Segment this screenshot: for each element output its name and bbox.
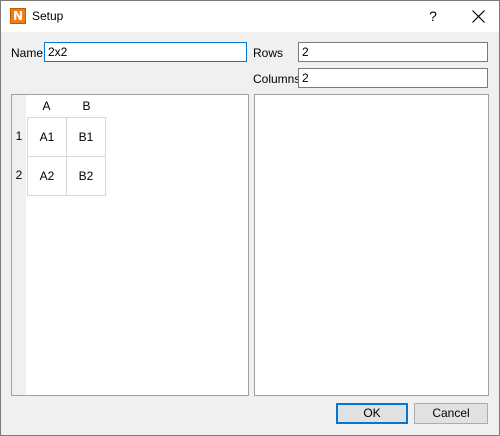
- grid-preview[interactable]: A B 1 2 A1 B1 A2 B2: [11, 94, 249, 396]
- help-button[interactable]: ?: [415, 1, 451, 32]
- window-title: Setup: [32, 9, 64, 23]
- detail-panel: [254, 94, 489, 396]
- app-icon: N: [10, 8, 26, 24]
- columns-input[interactable]: [298, 68, 488, 88]
- columns-label: Columns: [253, 72, 301, 86]
- row-header-1[interactable]: 1: [12, 117, 26, 156]
- setup-dialog: N Setup ? Name Rows Columns A B 1 2 A1 B…: [0, 0, 500, 436]
- name-input[interactable]: [44, 42, 247, 62]
- cell-a1[interactable]: A1: [27, 117, 67, 157]
- cell-a2[interactable]: A2: [27, 156, 67, 196]
- column-header-a[interactable]: A: [27, 95, 66, 117]
- cancel-button[interactable]: Cancel: [414, 403, 488, 424]
- ok-button[interactable]: OK: [336, 403, 408, 424]
- column-header-b[interactable]: B: [67, 95, 106, 117]
- rows-label: Rows: [253, 46, 284, 60]
- title-bar: N Setup ?: [1, 1, 499, 32]
- rows-input[interactable]: [298, 42, 488, 62]
- cell-b1[interactable]: B1: [66, 117, 106, 157]
- row-header-2[interactable]: 2: [12, 156, 26, 195]
- cell-b2[interactable]: B2: [66, 156, 106, 196]
- name-label: Name: [11, 46, 44, 60]
- close-icon: [472, 10, 485, 23]
- close-button[interactable]: [459, 1, 499, 32]
